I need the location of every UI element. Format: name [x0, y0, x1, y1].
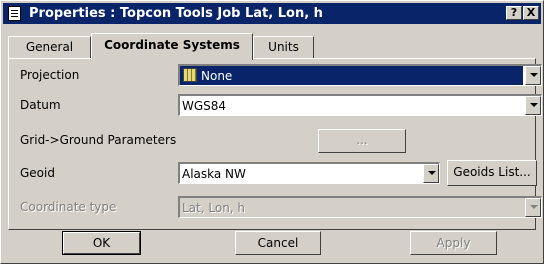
geoid-label: Geoid: [20, 166, 55, 180]
cancel-button[interactable]: Cancel: [235, 231, 321, 255]
grid-ground-label: Grid->Ground Parameters: [20, 133, 177, 147]
projection-value: None: [201, 69, 233, 83]
coordinate-type-dropdown-button[interactable]: [525, 198, 541, 217]
projection-select[interactable]: None: [178, 64, 542, 86]
geoids-list-button[interactable]: Geoids List...: [447, 160, 537, 186]
tab-coordinate-systems[interactable]: Coordinate Systems: [91, 33, 253, 60]
ok-button[interactable]: OK: [62, 231, 141, 255]
projection-dropdown-button[interactable]: [525, 66, 541, 85]
datum-label: Datum: [20, 98, 61, 112]
grid-ground-parameters-button[interactable]: ...: [318, 129, 406, 153]
datum-value: WGS84: [182, 99, 227, 113]
window-title: Properties : Topcon Tools Job Lat, Lon, …: [29, 6, 323, 21]
geoid-dropdown-button[interactable]: [423, 164, 439, 183]
coordinate-type-label: Coordinate type: [20, 200, 117, 214]
geoid-value: Alaska NW: [182, 167, 246, 181]
datum-dropdown-button[interactable]: [525, 96, 541, 115]
coordinate-type-value: Lat, Lon, h: [182, 201, 246, 215]
close-button[interactable]: X: [523, 6, 539, 20]
tab-units[interactable]: Units: [253, 36, 314, 58]
tab-general[interactable]: General: [8, 36, 91, 58]
document-icon: [8, 6, 21, 21]
grid-icon: [183, 68, 197, 82]
datum-select[interactable]: WGS84: [178, 94, 542, 116]
projection-selected-value: None: [180, 66, 523, 85]
projection-label: Projection: [20, 68, 80, 82]
title-bar[interactable]: Properties : Topcon Tools Job Lat, Lon, …: [3, 3, 541, 24]
geoid-select[interactable]: Alaska NW: [178, 162, 440, 184]
help-button[interactable]: ?: [506, 6, 522, 20]
coordinate-type-select[interactable]: Lat, Lon, h: [178, 196, 542, 218]
apply-button[interactable]: Apply: [410, 231, 497, 255]
